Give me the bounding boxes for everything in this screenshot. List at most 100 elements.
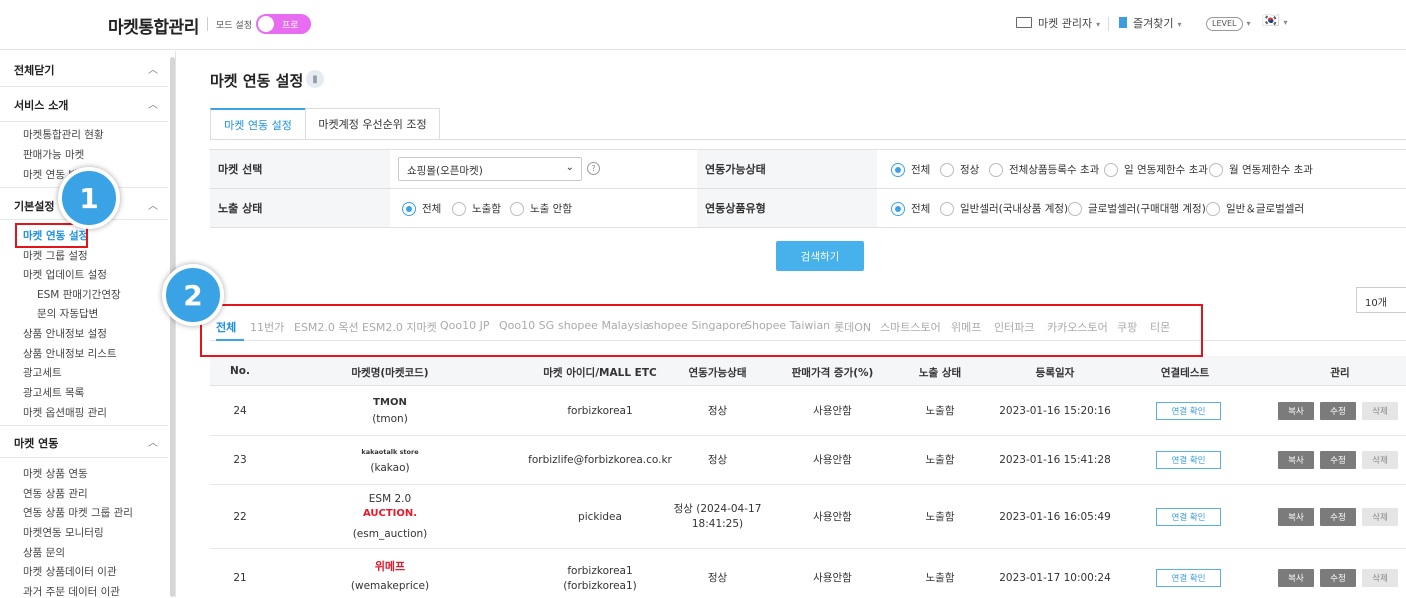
market-code: (kakao) [370, 462, 410, 474]
chevron-up-icon[interactable]: ︿ [148, 61, 158, 76]
delete-button[interactable]: 삭제 [1362, 508, 1398, 526]
connection-check-button[interactable]: 연결 확인 [1156, 402, 1221, 420]
mode-toggle[interactable]: 프로 [256, 14, 311, 34]
exposure-radio-all[interactable]: 전체 [402, 201, 441, 216]
link-status-radio-normal[interactable]: 정상 [940, 162, 979, 177]
level-menu[interactable]: LEVEL ▾ [1206, 16, 1251, 31]
header-divider [207, 17, 208, 31]
market-select-value: 쇼핑몰(오픈마켓) [407, 165, 483, 177]
sidebar-item[interactable]: 과거 주문 데이터 이관 [23, 584, 120, 597]
link-status-radio-daily-exceed[interactable]: 일 연동제한수 초과 [1104, 162, 1208, 177]
wemakeprice-logo: 위메프 [310, 560, 470, 574]
edit-button[interactable]: 수정 [1320, 451, 1356, 469]
sidebar-item[interactable]: 상품 안내정보 리스트 [23, 346, 117, 361]
mode-toggle-label: 프로 [282, 21, 299, 31]
manager-label: 마켓 관리자 [1038, 17, 1093, 30]
exposure-status: 노출함 [925, 454, 955, 466]
connection-check-button[interactable]: 연결 확인 [1156, 451, 1221, 469]
tmon-logo: TMON [310, 396, 470, 410]
radio-dot [1209, 162, 1223, 177]
edit-button[interactable]: 수정 [1320, 569, 1356, 587]
sidebar-item[interactable]: 마켓연동 모니터링 [23, 525, 104, 540]
sidebar-item[interactable]: 마켓 업데이트 설정 [23, 267, 107, 282]
sidebar-item[interactable]: 연동 상품 마켓 그룹 관리 [23, 505, 133, 520]
price-increase: 사용안함 [813, 454, 852, 466]
registered-date: 2023-01-16 15:20:16 [999, 405, 1111, 417]
language-menu[interactable]: 🇰🇷 ▾ [1262, 13, 1287, 29]
app-title[interactable]: 마켓통합관리 [108, 13, 199, 38]
link-status-time: 18:41:25) [691, 518, 744, 530]
copy-button[interactable]: 복사 [1278, 451, 1314, 469]
tab-account-priority[interactable]: 마켓계정 우선순위 조정 [305, 108, 440, 140]
row-no: 22 [233, 511, 247, 523]
sidebar-section-basic[interactable]: 기본설정 [14, 198, 54, 214]
copy-button[interactable]: 복사 [1278, 569, 1314, 587]
product-type-radio-both[interactable]: 일반＆글로벌셀러 [1206, 201, 1304, 216]
chevron-down-icon: ▾ [1246, 19, 1251, 28]
sidebar-item[interactable]: 문의 자동답변 [37, 306, 98, 321]
favorites-menu[interactable]: 즐겨찾기 ▾ [1119, 15, 1182, 31]
sidebar-item[interactable]: 광고세트 목록 [23, 385, 84, 400]
esm-prefix: ESM 2.0 [368, 493, 412, 505]
sidebar-item[interactable]: 마켓 그룹 설정 [23, 248, 88, 263]
table-header: No. 마켓명(마켓코드) 마켓 아이디/MALL ETC 연동가능상태 판매가… [210, 356, 1406, 386]
tab-market-link-settings[interactable]: 마켓 연동 설정 [210, 108, 306, 140]
exposure-radio-hidden[interactable]: 노출 안함 [510, 201, 572, 216]
radio-dot [891, 201, 905, 216]
radio-dot [940, 201, 954, 216]
sidebar-item[interactable]: 광고세트 [23, 365, 62, 380]
delete-button[interactable]: 삭제 [1362, 451, 1398, 469]
delete-button[interactable]: 삭제 [1362, 402, 1398, 420]
delete-button[interactable]: 삭제 [1362, 569, 1398, 587]
chevron-down-icon: ▾ [1177, 20, 1182, 29]
sidebar-item[interactable]: 연동 상품 관리 [23, 486, 88, 501]
link-status: 정상 [707, 405, 728, 417]
table-row: 23 kakaotalk store (kakao) forbizlife@fo… [210, 436, 1406, 485]
sidebar-item[interactable]: 판매가능 마켓 [23, 147, 84, 162]
chevron-up-icon[interactable]: ︿ [148, 197, 158, 212]
chevron-up-icon[interactable]: ︿ [148, 96, 158, 111]
sidebar-item[interactable]: 마켓 상품 연동 [23, 466, 88, 481]
edit-button[interactable]: 수정 [1320, 402, 1356, 420]
col-no: No. [230, 365, 250, 377]
product-type-radio-global[interactable]: 글로벌셀러(구매대행 계정) [1068, 201, 1206, 216]
sidebar-item[interactable]: ESM 판매기간연장 [37, 287, 121, 302]
page-title: 마켓 연동 설정 [210, 72, 304, 90]
link-status-radio-total-exceed[interactable]: 전체상품등록수 초과 [989, 162, 1099, 177]
copy-button[interactable]: 복사 [1278, 508, 1314, 526]
product-type-radio-general[interactable]: 일반셀러(국내상품 계정) [940, 201, 1068, 216]
sidebar-item[interactable]: 마켓 상품데이터 이관 [23, 564, 117, 579]
logo-text: 위메프 [374, 560, 406, 573]
search-button[interactable]: 검색하기 [776, 241, 864, 271]
sidebar-section-service[interactable]: 서비스 소개 [14, 97, 68, 113]
link-status-radio-monthly-exceed[interactable]: 월 연동제한수 초과 [1209, 162, 1313, 177]
link-status: 정상 [707, 454, 728, 466]
sidebar-scrollbar[interactable] [170, 57, 175, 597]
kakao-store-logo: kakaotalk store [310, 445, 470, 459]
sidebar-item[interactable]: 상품 문의 [23, 545, 65, 560]
connection-check-button[interactable]: 연결 확인 [1156, 569, 1221, 587]
sidebar-item[interactable]: 상품 안내정보 설정 [23, 326, 107, 341]
copy-button[interactable]: 복사 [1278, 402, 1314, 420]
collapse-all[interactable]: 전체닫기 [14, 62, 54, 78]
per-page-select[interactable]: 10개 [1356, 287, 1406, 313]
bookmark-icon[interactable]: ▮ [306, 70, 324, 88]
help-icon[interactable]: ? [587, 162, 600, 175]
manager-menu[interactable]: 마켓 관리자 ▾ [1016, 15, 1100, 31]
link-status-label: 연동가능상태 [697, 150, 877, 188]
highlight-box-market-tabs [200, 304, 1203, 357]
filter-row: 노출 상태 전체 노출함 노출 안함 연동상품유형 전체 일반셀러(국내상품 계… [210, 189, 1406, 228]
product-type-radio-all[interactable]: 전체 [891, 201, 930, 216]
col-price-increase: 판매가격 증가(%) [791, 367, 874, 379]
sidebar-item[interactable]: 마켓통합관리 현황 [23, 127, 104, 142]
radio-dot [402, 201, 416, 216]
connection-check-button[interactable]: 연결 확인 [1156, 508, 1221, 526]
sidebar-item[interactable]: 마켓 옵션매핑 관리 [23, 405, 107, 420]
exposure-radio-shown[interactable]: 노출함 [452, 201, 501, 216]
edit-button[interactable]: 수정 [1320, 508, 1356, 526]
radio-label: 월 연동제한수 초과 [1229, 164, 1313, 176]
sidebar-section-market-link[interactable]: 마켓 연동 [14, 435, 58, 451]
market-select[interactable]: 쇼핑몰(오픈마켓) ⌄ [398, 157, 582, 181]
link-status-radio-all[interactable]: 전체 [891, 162, 930, 177]
chevron-up-icon[interactable]: ︿ [148, 434, 158, 449]
